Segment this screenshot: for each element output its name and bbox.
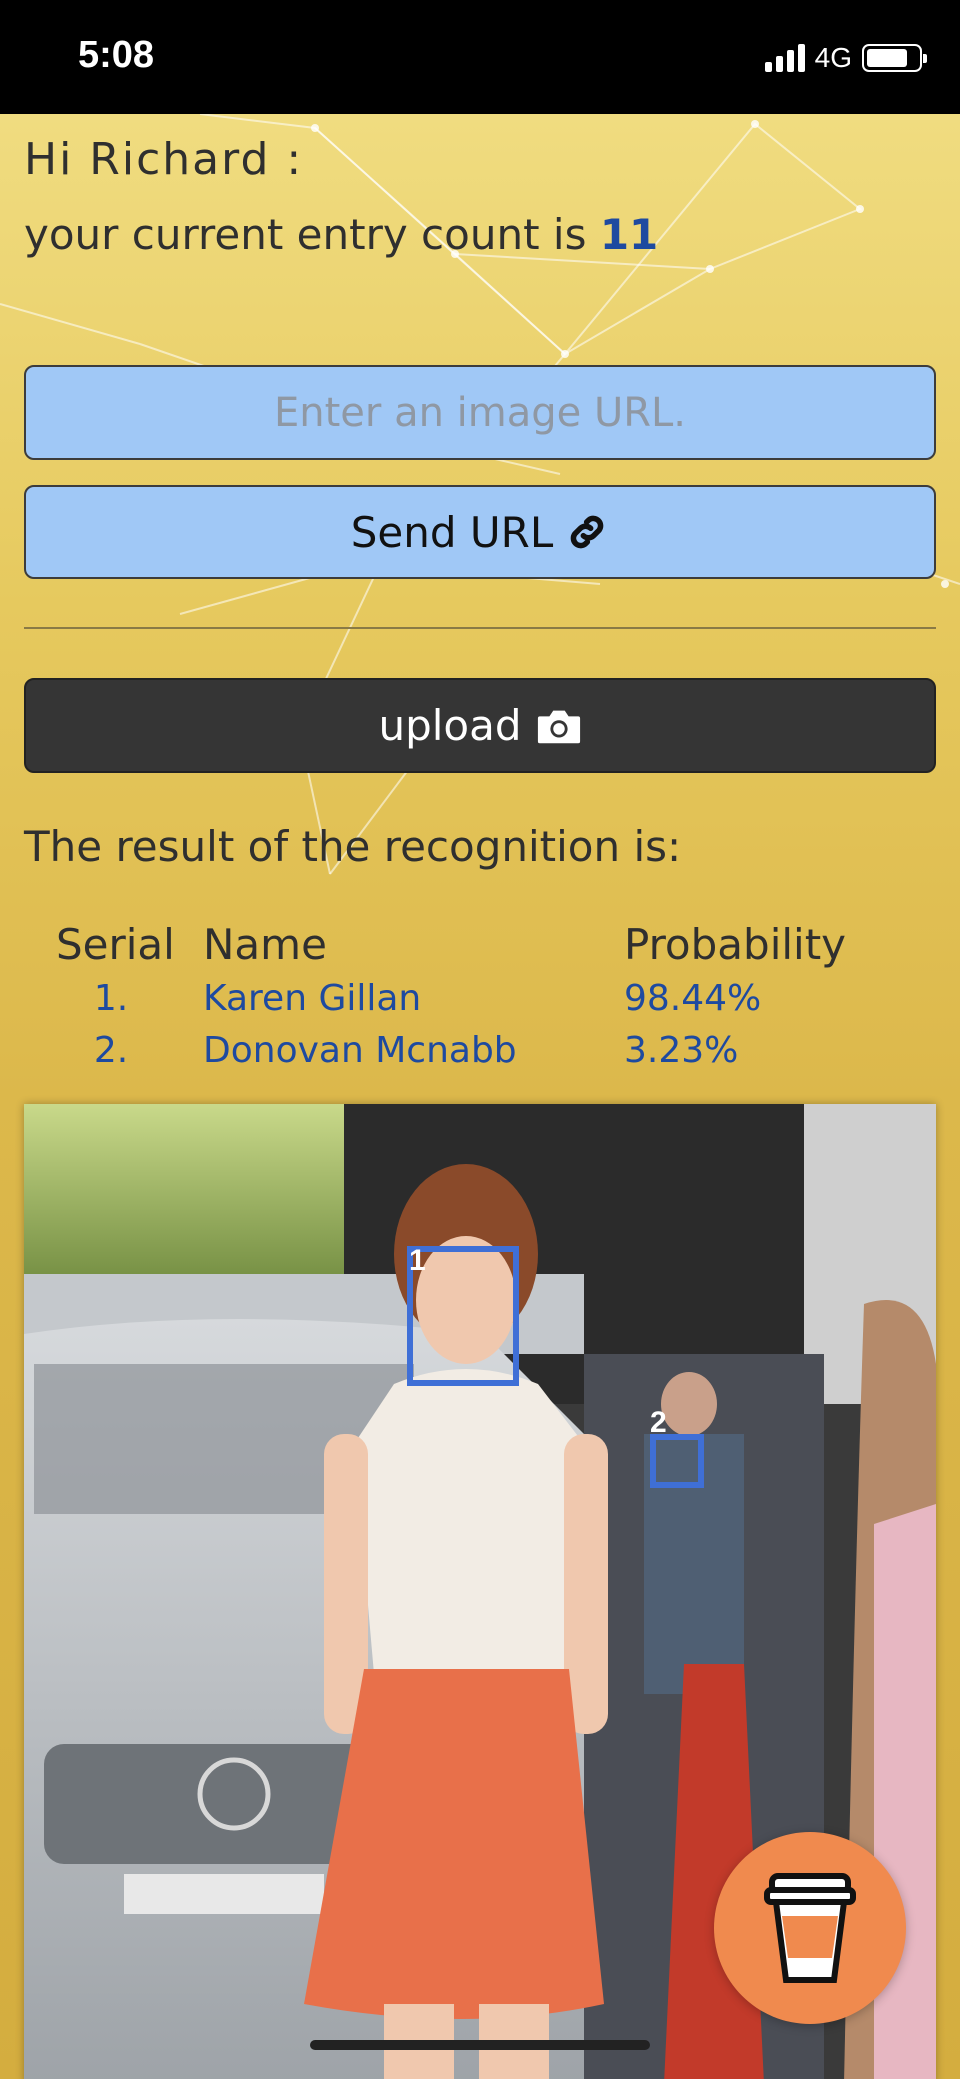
divider [24, 627, 936, 629]
probability-header: Probability [624, 920, 847, 969]
home-indicator [310, 2040, 650, 2050]
image-url-input[interactable] [24, 365, 936, 460]
name-header: Name [203, 920, 327, 969]
upload-label: upload [378, 701, 522, 750]
app-content: Hi Richard : your current entry count is… [0, 114, 960, 2079]
battery-icon [862, 44, 927, 72]
row-probability: 3.23% [624, 1030, 739, 1071]
face-label-2: 2 [650, 1406, 667, 1439]
status-time: 5:08 [78, 34, 155, 76]
entry-count-line: your current entry count is 11 [24, 210, 658, 259]
face-label-1: 1 [409, 1244, 426, 1277]
network-type: 4G [814, 42, 852, 73]
table-row: 2. Donovan Mcnabb 3.23% [0, 1030, 960, 1082]
entry-count-prefix: your current entry count is [24, 210, 600, 259]
signal-icon [764, 44, 805, 72]
greeting: Hi Richard : [24, 134, 304, 185]
send-url-label: Send URL [350, 507, 554, 557]
buy-me-coffee-button[interactable] [714, 1832, 906, 2024]
upload-button[interactable]: upload [24, 678, 936, 773]
status-indicators: 4G [764, 42, 927, 74]
camera-icon [537, 710, 580, 743]
row-serial: 1. [93, 978, 129, 1019]
results-header-row: Serial Name Probability [0, 920, 960, 978]
link-icon [570, 515, 604, 549]
row-probability: 98.44% [624, 978, 762, 1019]
row-name: Karen Gillan [203, 978, 422, 1019]
row-name: Donovan Mcnabb [203, 1030, 517, 1071]
entry-count-value: 11 [599, 210, 659, 259]
row-serial: 2. [93, 1030, 129, 1071]
results-table: Serial Name Probability 1. Karen Gillan … [0, 920, 960, 1082]
serial-header: Serial [56, 920, 175, 969]
coffee-cup-icon [764, 1873, 856, 1983]
status-bar: 5:08 4G [0, 0, 960, 114]
send-url-button[interactable]: Send URL [24, 485, 936, 579]
face-box-2[interactable] [650, 1434, 704, 1488]
result-heading: The result of the recognition is: [24, 822, 682, 871]
table-row: 1. Karen Gillan 98.44% [0, 978, 960, 1030]
